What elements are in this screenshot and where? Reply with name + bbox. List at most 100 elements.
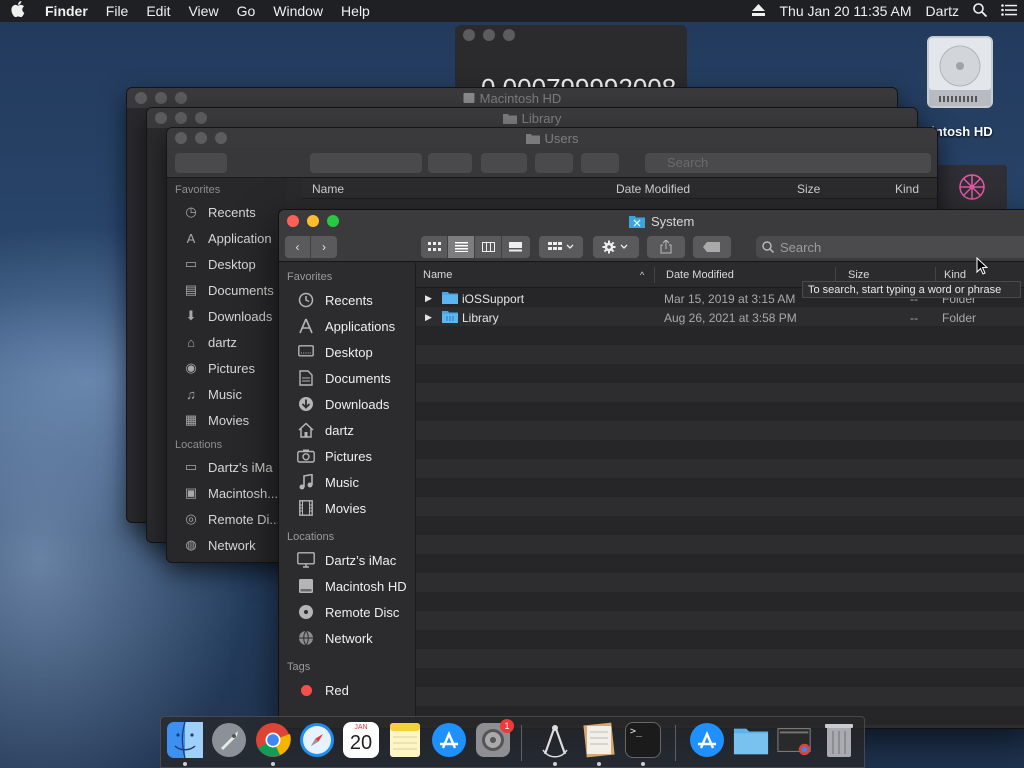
menu-window[interactable]: Window [264,3,332,19]
sidebar-item[interactable]: ▭ Desktop [167,251,287,277]
chrome-dock-icon[interactable] [255,722,291,758]
sidebar-item[interactable]: A Application [167,225,287,251]
sidebar-item[interactable]: ▤ Documents [167,277,287,303]
launchpad-dock-icon[interactable] [211,722,247,758]
search-input[interactable]: Search [756,236,1024,258]
notification-center-icon[interactable] [994,3,1024,19]
group-icon[interactable] [539,236,583,258]
screenshot-utility-dock-icon[interactable] [537,722,573,758]
sidebar-item-dartz[interactable]: dartz [279,417,415,443]
sidebar-item-downloads[interactable]: Downloads [279,391,415,417]
close-button[interactable] [287,215,299,227]
view-mode-control[interactable] [421,236,530,258]
table-row[interactable]: ▶ Library Aug 26, 2021 at 3:58 PM -- Fol… [416,308,1024,327]
disclosure-triangle-icon[interactable]: ▶ [425,312,432,323]
column-size[interactable]: Size [797,182,820,196]
app-store-dock-icon[interactable] [431,722,467,758]
sidebar-item-imac[interactable]: Dartz’s iMac [279,547,415,573]
back-icon[interactable]: ‹ [285,236,311,258]
image-thumbnail-icon[interactable] [937,165,1007,210]
action-button[interactable] [481,153,527,173]
tag-icon[interactable] [693,236,731,258]
downloads-stack-dock-icon[interactable] [777,722,813,758]
forward-icon[interactable]: › [311,236,337,258]
column-kind[interactable]: Kind [944,269,966,281]
menu-edit[interactable]: Edit [137,3,179,19]
tags-button[interactable] [581,153,619,173]
calculator-window[interactable]: 0.000799992008 [455,25,687,95]
window-title: Library [521,110,562,126]
column-date-modified[interactable]: Date Modified [616,182,690,196]
system-preferences-dock-icon[interactable]: 1 [475,719,514,758]
sidebar-item-macintosh-hd[interactable]: Macintosh HD [279,573,415,599]
search-input[interactable]: Search [645,153,931,173]
disclosure-triangle-icon[interactable]: ▶ [425,293,432,304]
app-store-download-dock-icon[interactable] [689,722,725,758]
sidebar-item-recents[interactable]: Recents [279,287,415,313]
menu-view[interactable]: View [179,3,227,19]
column-name[interactable]: Name [312,182,344,196]
icon-view-icon[interactable] [421,236,448,258]
sidebar-item[interactable]: ◷ Recents [167,199,287,225]
sidebar-item[interactable]: ⌂ dartz [167,329,287,355]
notes-dock-icon[interactable] [387,722,423,758]
group-button[interactable] [428,153,472,173]
action-button[interactable] [593,236,639,258]
column-size[interactable]: Size [848,269,869,281]
minimize-button[interactable] [307,215,319,227]
sidebar-item[interactable]: ◎ Remote Di... [167,506,287,532]
gear-icon[interactable] [593,236,639,258]
sidebar-item[interactable]: ⬇ Downloads [167,303,287,329]
menu-go[interactable]: Go [228,3,265,19]
sidebar-item-applications[interactable]: Applications [279,313,415,339]
sidebar-item-movies[interactable]: Movies [279,495,415,521]
gallery-view-icon[interactable] [502,236,529,258]
share-button[interactable] [535,153,573,173]
sidebar-item-tag-red[interactable]: Red [279,677,415,703]
terminal-dock-icon[interactable]: >_ [625,722,661,758]
column-name[interactable]: Name [423,269,452,281]
eject-icon[interactable] [745,3,772,19]
column-view-icon[interactable] [475,236,502,258]
zoom-button[interactable] [327,215,339,227]
trash-dock-icon[interactable] [821,722,857,758]
menubar-user[interactable]: Dartz [919,3,966,19]
finder-dock-icon[interactable] [167,722,203,758]
back-forward-button[interactable]: ‹ › [285,236,337,258]
menubar-clock[interactable]: Thu Jan 20 11:35 AM [772,3,918,19]
folder-stack-dock-icon[interactable] [733,722,769,758]
spotlight-icon[interactable] [966,2,994,20]
menu-help[interactable]: Help [332,3,379,19]
sidebar-item[interactable]: ◍ Network [167,532,287,558]
back-forward-button[interactable] [175,153,227,173]
group-by-button[interactable] [539,236,583,258]
sidebar-item-network[interactable]: Network [279,625,415,651]
safari-dock-icon[interactable] [299,722,335,758]
macintosh-hd-desktop-icon[interactable] [921,30,997,110]
sidebar-item-pictures[interactable]: Pictures [279,443,415,469]
column-kind[interactable]: Kind [895,182,919,196]
sidebar-item-documents[interactable]: Documents [279,365,415,391]
column-date-modified[interactable]: Date Modified [666,269,734,281]
sidebar-item-music[interactable]: Music [279,469,415,495]
favorites-heading: Favorites [175,184,221,196]
title-bar[interactable]: System [279,210,1024,232]
sidebar-item[interactable]: ♫ Music [167,381,287,407]
list-view-icon[interactable] [448,236,475,258]
sidebar-item[interactable]: ▭ Dartz's iMa [167,454,287,480]
menu-finder[interactable]: Finder [36,3,97,19]
sidebar-item[interactable]: ▣ Macintosh... [167,480,287,506]
tags-button[interactable] [693,236,731,258]
sidebar-item-remote-disc[interactable]: Remote Disc [279,599,415,625]
calendar-dock-icon[interactable]: JAN 20 [343,722,379,758]
view-mode-control[interactable] [310,153,422,173]
share-icon[interactable] [647,236,685,258]
apple-menu-icon[interactable] [0,1,36,21]
file-size: -- [910,311,918,325]
sidebar-item[interactable]: ▦ Movies [167,407,287,433]
archive-utility-dock-icon[interactable] [581,722,617,758]
menu-file[interactable]: File [97,3,138,19]
sidebar-item[interactable]: ◉ Pictures [167,355,287,381]
sidebar-item-desktop[interactable]: Desktop [279,339,415,365]
share-button[interactable] [647,236,685,258]
